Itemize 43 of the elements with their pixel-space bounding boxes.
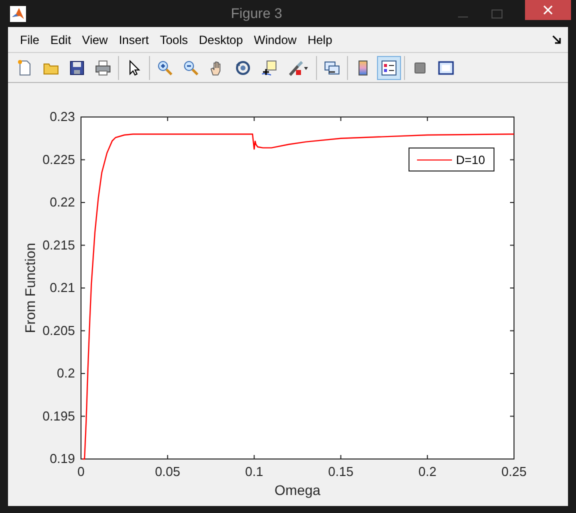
- rotate-icon: [235, 60, 251, 76]
- y-tick-label: 0.19: [50, 451, 75, 466]
- window-panes-icon: [438, 60, 454, 76]
- x-tick-label: 0.25: [501, 464, 527, 479]
- y-tick-label: 0.22: [50, 194, 75, 210]
- close-button[interactable]: [525, 0, 571, 20]
- x-tick-label: 0.05: [154, 464, 180, 479]
- window-title: Figure 3: [230, 4, 284, 23]
- zoom-out-icon: [183, 60, 199, 76]
- zoom-in-icon: [157, 60, 173, 76]
- y-axis-label: From Function: [22, 242, 38, 334]
- menu-item[interactable]: Insert: [114, 30, 153, 48]
- y-tick-label: 0.21: [50, 280, 75, 295]
- menu-item[interactable]: Help: [304, 30, 336, 48]
- legend-icon: [381, 60, 397, 76]
- menu-item[interactable]: View: [78, 30, 112, 48]
- y-tick-label: 0.205: [42, 322, 75, 338]
- x-tick-label: 0.2: [418, 464, 436, 479]
- menu-item[interactable]: Desktop: [194, 30, 247, 48]
- data-cursor-icon: [261, 60, 277, 76]
- menu-item[interactable]: Window: [250, 30, 301, 48]
- menu-item[interactable]: File: [16, 30, 44, 48]
- y-tick-label: 0.195: [42, 408, 75, 424]
- menu-item[interactable]: Edit: [46, 30, 76, 48]
- y-tick-label: 0.2: [56, 366, 75, 380]
- y-tick-label: 0.225: [42, 152, 75, 167]
- x-tick-label: 0.1: [245, 464, 264, 479]
- linked-plots-icon: [324, 60, 340, 76]
- square-icon: [412, 60, 428, 76]
- x-axis-label: Omega: [274, 482, 320, 498]
- dock-arrow-icon[interactable]: [552, 34, 562, 44]
- y-tick-label: 0.215: [42, 237, 75, 252]
- toolbar-button[interactable]: [377, 56, 401, 80]
- new-file-icon: [17, 60, 33, 76]
- printer-icon: [95, 60, 111, 76]
- legend-label: D=10: [456, 153, 486, 167]
- y-tick-label: 0.23: [50, 109, 75, 124]
- x-tick-label: 0.15: [328, 464, 354, 479]
- app-logo-icon: [10, 6, 26, 22]
- x-tick-label: 0: [77, 464, 85, 479]
- close-icon: [543, 5, 553, 15]
- menu-item[interactable]: Tools: [156, 30, 192, 48]
- brush-icon: [287, 60, 309, 76]
